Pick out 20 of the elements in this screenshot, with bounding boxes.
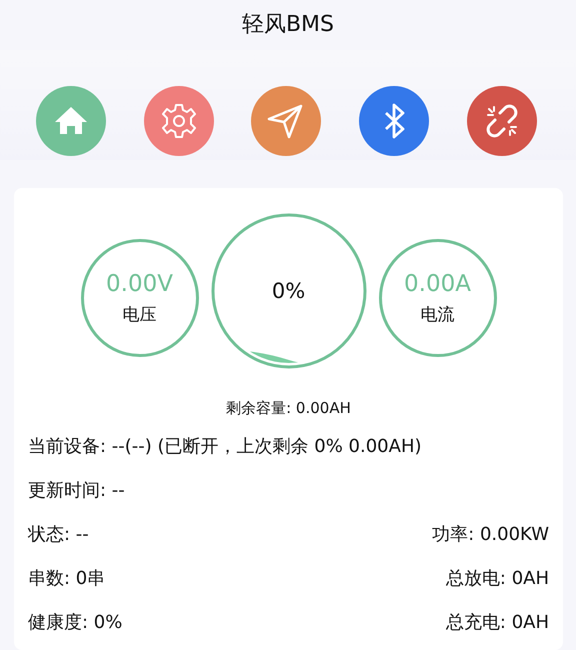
info-text: 状态: --: [28, 523, 89, 546]
info-text: 总充电: 0AH: [446, 611, 549, 634]
info-text: 功率: 0.00KW: [432, 523, 549, 546]
info-text: 总放电: 0AH: [446, 567, 549, 590]
info-text: 当前设备: --(--) (已断开，上次剩余 0% 0.00AH): [28, 435, 422, 458]
info-text: 串数: 0串: [28, 567, 106, 590]
current-label: 电流: [420, 304, 454, 326]
send-icon[interactable]: [251, 86, 322, 156]
voltage-value: 0.00V: [106, 270, 173, 296]
settings-icon[interactable]: [144, 86, 214, 156]
charge-percent: 0%: [270, 279, 306, 303]
bluetooth-icon[interactable]: [359, 86, 430, 156]
remaining-capacity: 剩余容量: 0.00AH: [225, 399, 352, 418]
current-value: 0.00A: [404, 270, 471, 296]
info-text: 健康度: 0%: [28, 611, 122, 634]
voltage-label: 电压: [122, 304, 156, 326]
info-text: 更新时间: --: [28, 479, 125, 502]
app-title: 轻风BMS: [240, 11, 336, 39]
home-icon[interactable]: [36, 86, 106, 156]
unlink-icon[interactable]: [467, 86, 538, 156]
